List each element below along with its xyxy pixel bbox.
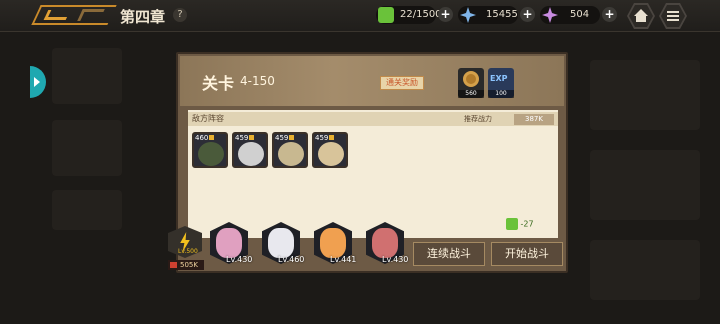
first-clear-reward-label: 通关奖励 [380,76,424,90]
reward-exp-amount: 100 [488,90,514,98]
team-member-level: Lv.441 [330,255,357,264]
top-bar: 第四章 ? 22/1500 + 15455 + 504 + [0,0,720,32]
star-icon [329,135,334,140]
pink-star-value: 504 [570,9,590,20]
leader-level: Lv.500 [178,248,198,255]
stamina-cost: -27 [506,218,534,230]
stamina-value: 22/1500 [400,9,442,20]
background-panel [52,190,122,230]
exp-icon: EXP [490,74,508,83]
expand-arrow-button[interactable] [30,66,46,98]
enemy-slot[interactable]: 460 [192,132,228,168]
hero-portrait [372,228,398,258]
add-pink-star-button[interactable]: + [602,7,617,22]
crystal-value: 15455 [486,9,518,20]
enemy-header-bar: 敌方阵容 推荐战力 387K [188,112,558,126]
team-member-level: Lv.430 [226,255,253,264]
background-panel [590,240,700,300]
home-icon [634,9,648,22]
stamina-cube-icon [506,218,518,230]
background-panel [52,48,122,104]
reward-exp[interactable]: EXP 100 [488,68,514,98]
hero-portrait [268,228,294,258]
enemy-panel: 敌方阵容 推荐战力 387K 460 459 459 459 [188,110,558,238]
stamina-cube-icon [378,7,394,23]
pink-star-icon [542,7,558,23]
chapter-title: 第四章 [120,8,166,26]
background-panel [52,120,122,176]
power-icon [170,262,177,268]
menu-button[interactable] [659,3,687,29]
stage-label: 关卡 [202,74,235,93]
enemy-portrait [198,142,224,166]
team-power: 505K [168,260,204,270]
star-icon [289,135,294,140]
game-logo [31,5,117,25]
hero-portrait [216,228,242,258]
star-icon [249,135,254,140]
enemy-portrait [238,142,264,166]
crystal-resource: 15455 [458,6,518,24]
stamina-cost-value: -27 [520,219,534,229]
team-member-level: Lv.460 [278,255,305,264]
reward-gold[interactable]: 560 [458,68,484,98]
enemy-level: 459 [235,134,249,142]
add-stamina-button[interactable]: + [438,7,453,22]
auto-battle-button[interactable]: 连续战斗 [413,242,485,266]
enemy-slot[interactable]: 459 [272,132,308,168]
stage-number: 4-150 [240,74,275,88]
stamina-resource: 22/1500 [376,6,442,24]
enemy-level: 459 [275,134,289,142]
enemy-level: 459 [315,134,329,142]
enemy-level: 460 [195,134,209,142]
background-panel [590,150,700,220]
add-crystal-button[interactable]: + [520,7,535,22]
enemy-slot[interactable]: 459 [312,132,348,168]
enemy-slot[interactable]: 459 [232,132,268,168]
recommended-power-label: 推荐战力 [464,115,492,123]
enemy-portrait [318,142,344,166]
hero-portrait [320,228,346,258]
team-member-level: Lv.430 [382,255,409,264]
team-power-value: 505K [180,261,198,269]
star-icon [209,135,214,140]
enemy-section-title: 敌方阵容 [192,114,224,123]
reward-gold-amount: 560 [458,90,484,98]
start-battle-button[interactable]: 开始战斗 [491,242,563,266]
pink-star-resource: 504 [540,6,600,24]
stage-header: 关卡 4-150 通关奖励 560 EXP 100 [180,56,564,106]
enemy-portrait [278,142,304,166]
background-panel [590,60,700,130]
menu-icon [667,11,679,21]
home-button[interactable] [627,3,655,29]
crystal-star-icon [460,7,476,23]
recommended-power-value: 387K [514,114,554,125]
help-icon[interactable]: ? [173,8,187,22]
gold-coin-icon [463,71,479,87]
